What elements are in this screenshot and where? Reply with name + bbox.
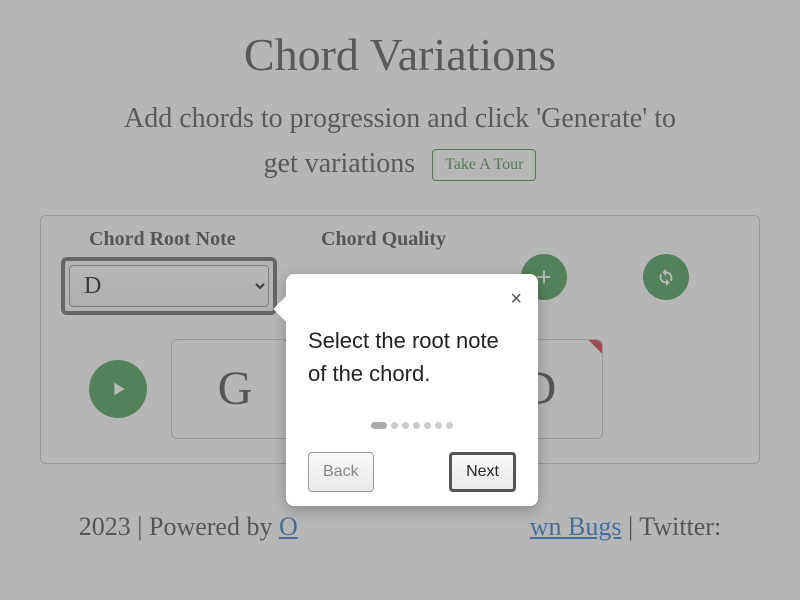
popover-back-button[interactable]: Back (308, 452, 374, 492)
tour-popover: × Select the root note of the chord. Bac… (286, 274, 538, 506)
popover-next-button[interactable]: Next (449, 452, 516, 492)
dot-icon (435, 422, 442, 429)
popover-text: Select the root note of the chord. (308, 324, 516, 390)
dot-icon (391, 422, 398, 429)
popover-close-button[interactable]: × (510, 288, 522, 311)
dot-icon (446, 422, 453, 429)
dot-icon (402, 422, 409, 429)
dot-icon (371, 422, 387, 429)
popover-progress-dots (308, 416, 516, 434)
close-icon: × (510, 288, 522, 310)
dot-icon (413, 422, 420, 429)
dot-icon (424, 422, 431, 429)
